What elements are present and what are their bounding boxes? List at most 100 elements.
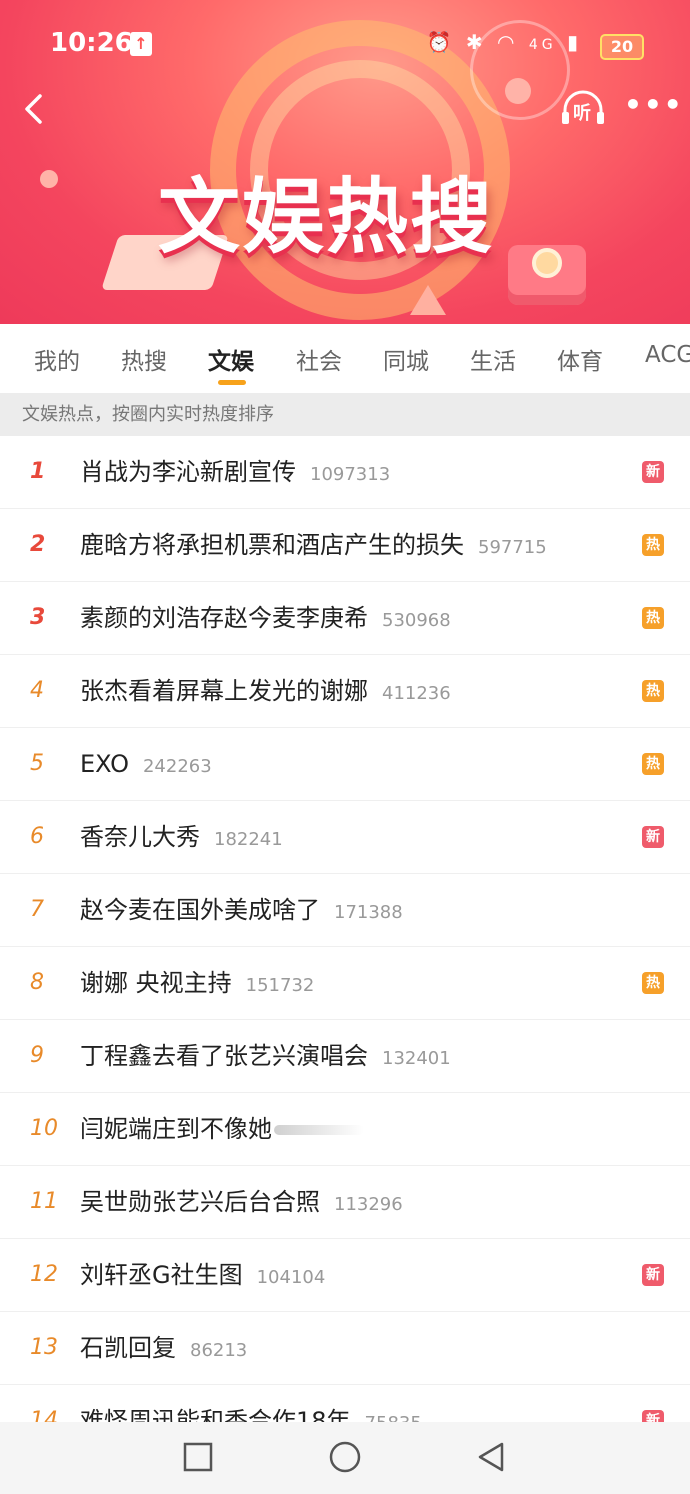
hot-badge: 热 bbox=[642, 607, 664, 629]
topic-title: 香奈儿大秀 bbox=[80, 823, 200, 851]
hot-search-item[interactable]: 4 张杰看着屏幕上发光的谢娜 411236 热 bbox=[0, 655, 690, 728]
rank-number: 5 bbox=[30, 751, 44, 776]
heat-count: 597715 bbox=[478, 537, 547, 558]
recent-apps-button[interactable] bbox=[181, 1440, 215, 1474]
tab-entertainment[interactable]: 文娱 bbox=[208, 342, 254, 376]
hero-banner: 文娱热搜 10:26 ↑ ⏰ ✱ ◠ 4G ▮ 20 听 ••• bbox=[0, 0, 690, 324]
blurred-count bbox=[274, 1125, 364, 1135]
page-title: 文娱热搜 bbox=[158, 169, 495, 265]
battery-indicator: 20 bbox=[600, 34, 644, 60]
hot-search-item[interactable]: 7 赵今麦在国外美成啥了 171388 bbox=[0, 874, 690, 947]
hot-search-list: 1 肖战为李沁新剧宣传 1097313 新 2 鹿晗方将承担机票和酒店产生的损失 59771… bbox=[0, 436, 690, 1458]
chevron-left-icon bbox=[25, 94, 42, 124]
planet-decoration bbox=[505, 78, 531, 104]
heat-count: 1097313 bbox=[310, 464, 391, 485]
topic-title: 谢娜 央视主持 bbox=[80, 969, 232, 997]
rank-number: 12 bbox=[30, 1262, 58, 1287]
more-button[interactable]: ••• bbox=[624, 91, 682, 122]
topic-container: 赵今麦在国外美成啥了 171388 bbox=[80, 874, 403, 949]
tab-sports[interactable]: 体育 bbox=[557, 342, 603, 376]
back-nav-button[interactable] bbox=[474, 1440, 508, 1474]
hot-search-item[interactable]: 11 吴世勋张艺兴后台合照 113296 bbox=[0, 1166, 690, 1239]
topic-title: 闫妮端庄到不像她 bbox=[80, 1115, 272, 1143]
topic-title: 丁程鑫去看了张艺兴演唱会 bbox=[80, 1042, 368, 1070]
topic-container: 肖战为李沁新剧宣传 1097313 bbox=[80, 436, 390, 511]
hot-search-item[interactable]: 10 闫妮端庄到不像她 bbox=[0, 1093, 690, 1166]
circle-icon bbox=[329, 1441, 361, 1473]
topic-title: 鹿晗方将承担机票和酒店产生的损失 bbox=[80, 531, 464, 559]
rank-number: 10 bbox=[30, 1116, 58, 1141]
triangle-decoration bbox=[410, 285, 446, 315]
topic-container: 鹿晗方将承担机票和酒店产生的损失 597715 bbox=[80, 509, 547, 584]
new-badge: 新 bbox=[642, 1264, 664, 1286]
heat-count: 132401 bbox=[382, 1048, 451, 1069]
section-description-text: 文娱热点，按圈内实时热度排序 bbox=[22, 404, 274, 425]
tab-hot[interactable]: 热搜 bbox=[121, 342, 167, 376]
hot-search-item[interactable]: 12 刘轩丞G社生图 104104 新 bbox=[0, 1239, 690, 1312]
heat-count: 104104 bbox=[256, 1267, 326, 1288]
topic-container: 张杰看着屏幕上发光的谢娜 411236 bbox=[80, 655, 451, 730]
topic-title: 赵今麦在国外美成啥了 bbox=[80, 896, 320, 924]
rank-number: 1 bbox=[30, 459, 46, 484]
rank-number: 7 bbox=[30, 897, 44, 922]
system-navigation-bar bbox=[0, 1422, 690, 1494]
topic-container: 丁程鑫去看了张艺兴演唱会 132401 bbox=[80, 1020, 451, 1095]
rank-number: 13 bbox=[30, 1335, 58, 1360]
more-icon: ••• bbox=[624, 88, 684, 121]
new-badge: 新 bbox=[642, 826, 664, 848]
heat-count: 182241 bbox=[214, 829, 283, 850]
hot-search-item[interactable]: 2 鹿晗方将承担机票和酒店产生的损失 597715 热 bbox=[0, 509, 690, 582]
status-time: 10:26 bbox=[50, 28, 133, 58]
topic-title: 素颜的刘浩存赵今麦李庚希 bbox=[80, 604, 368, 632]
topic-container: 素颜的刘浩存赵今麦李庚希 530968 bbox=[80, 582, 451, 657]
topic-title: EXO bbox=[80, 750, 129, 778]
triangle-back-icon bbox=[478, 1442, 504, 1472]
topic-title: 吴世勋张艺兴后台合照 bbox=[80, 1188, 320, 1216]
topic-container: 闫妮端庄到不像她 bbox=[80, 1093, 364, 1165]
topic-container: 香奈儿大秀 182241 bbox=[80, 801, 283, 876]
heat-count: 151732 bbox=[245, 975, 315, 996]
new-badge: 新 bbox=[642, 461, 664, 483]
rank-number: 4 bbox=[30, 678, 44, 703]
topic-title: 石凯回复 bbox=[80, 1334, 176, 1362]
rank-number: 6 bbox=[30, 824, 44, 849]
rank-number: 8 bbox=[30, 970, 44, 995]
hot-badge: 热 bbox=[642, 680, 664, 702]
network-label: 4G bbox=[528, 37, 557, 53]
hot-search-item[interactable]: 1 肖战为李沁新剧宣传 1097313 新 bbox=[0, 436, 690, 509]
square-icon bbox=[183, 1442, 213, 1472]
rank-number: 11 bbox=[30, 1189, 58, 1214]
topic-container: EXO 242263 bbox=[80, 728, 212, 803]
tab-mine[interactable]: 我的 bbox=[34, 342, 80, 376]
topic-container: 谢娜 央视主持 151732 bbox=[80, 947, 314, 1022]
hot-search-item[interactable]: 6 香奈儿大秀 182241 新 bbox=[0, 801, 690, 874]
tab-acg[interactable]: ACG bbox=[645, 342, 690, 368]
heat-count: 113296 bbox=[334, 1194, 403, 1215]
hot-search-item[interactable]: 13 石凯回复 86213 bbox=[0, 1312, 690, 1385]
upload-icon: ↑ bbox=[130, 32, 152, 56]
hot-search-item[interactable]: 3 素颜的刘浩存赵今麦李庚希 530968 热 bbox=[0, 582, 690, 655]
heat-count: 530968 bbox=[382, 610, 451, 631]
tab-local[interactable]: 同城 bbox=[383, 342, 429, 376]
hot-search-item[interactable]: 8 谢娜 央视主持 151732 热 bbox=[0, 947, 690, 1020]
hot-search-item[interactable]: 9 丁程鑫去看了张艺兴演唱会 132401 bbox=[0, 1020, 690, 1093]
topic-container: 刘轩丞G社生图 104104 bbox=[80, 1239, 325, 1314]
listen-label: 听 bbox=[573, 103, 591, 124]
hot-search-item[interactable]: 5 EXO 242263 热 bbox=[0, 728, 690, 801]
camera-lens-decoration bbox=[532, 248, 562, 278]
listen-button[interactable]: 听 bbox=[560, 90, 606, 128]
back-button[interactable] bbox=[18, 92, 52, 126]
heat-count: 86213 bbox=[190, 1340, 248, 1361]
planet-decoration bbox=[40, 170, 58, 188]
topic-title: 肖战为李沁新剧宣传 bbox=[80, 458, 296, 486]
hot-badge: 热 bbox=[642, 753, 664, 775]
heat-count: 171388 bbox=[334, 902, 403, 923]
rank-number: 3 bbox=[30, 605, 46, 630]
hot-badge: 热 bbox=[642, 534, 664, 556]
tab-society[interactable]: 社会 bbox=[296, 342, 342, 376]
tab-life[interactable]: 生活 bbox=[470, 342, 516, 376]
rank-number: 2 bbox=[30, 532, 46, 557]
active-tab-indicator bbox=[218, 380, 246, 385]
home-button[interactable] bbox=[328, 1440, 362, 1474]
heat-count: 242263 bbox=[142, 756, 212, 777]
